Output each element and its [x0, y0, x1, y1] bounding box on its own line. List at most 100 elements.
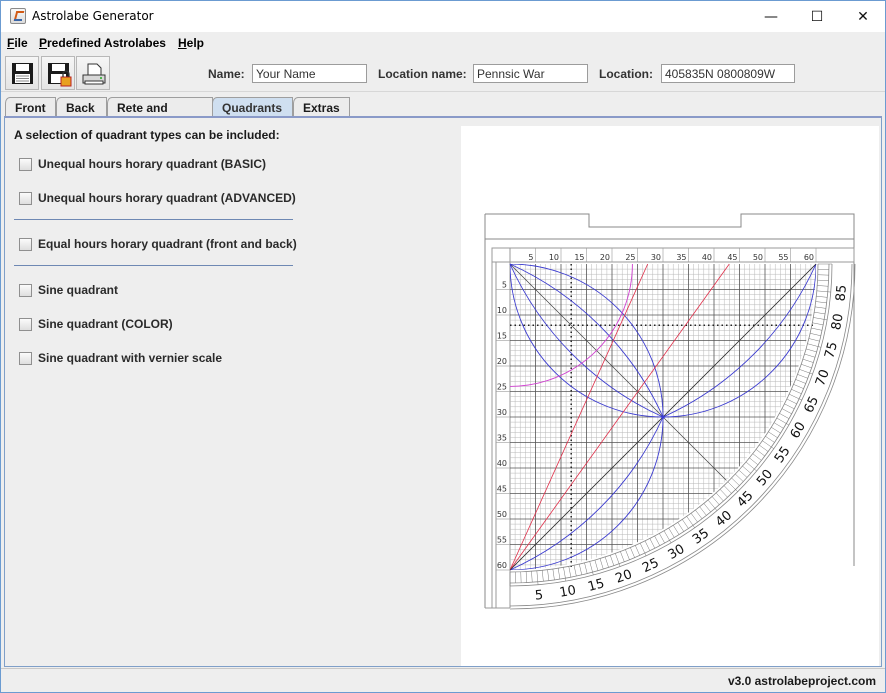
minimize-button[interactable]: — — [748, 1, 794, 32]
degree-tick — [731, 477, 740, 486]
location-name-input[interactable] — [473, 64, 588, 83]
degree-tick — [795, 379, 806, 384]
degree-tick — [815, 301, 827, 304]
degree-tick — [594, 559, 599, 571]
tab-back[interactable]: Back — [56, 97, 107, 117]
option-unequal-basic[interactable]: Unequal hours horary quadrant (BASIC) — [19, 156, 266, 172]
degree-tick — [735, 473, 744, 482]
checkbox[interactable] — [19, 191, 32, 205]
degree-tick — [531, 571, 533, 583]
toolbar: Name: Location name: Location: — [1, 54, 885, 92]
degree-tick — [779, 413, 790, 419]
degree-tick — [742, 465, 751, 474]
arc-scale-label: 15 — [586, 576, 606, 595]
save-as-button[interactable] — [41, 56, 75, 90]
tab-quadrants[interactable]: Quadrants — [212, 97, 293, 117]
degree-tick — [659, 533, 665, 544]
left-scale-label: 30 — [497, 408, 507, 417]
degree-tick — [707, 499, 718, 511]
degree-tick — [625, 549, 630, 560]
floppy-disk-icon — [12, 63, 33, 84]
top-scale-label: 60 — [804, 253, 814, 262]
name-input[interactable] — [252, 64, 367, 83]
top-scale-label: 45 — [727, 253, 737, 262]
checkbox[interactable] — [19, 283, 32, 297]
degree-tick — [793, 384, 804, 389]
top-scale-band — [491, 247, 855, 263]
degree-tick — [797, 374, 808, 379]
left-scale-label: 20 — [497, 357, 507, 366]
status-text: v3.0 astrolabeproject.com — [727, 674, 876, 688]
degree-tick — [814, 311, 826, 315]
option-label: Unequal hours horary quadrant (BASIC) — [38, 157, 267, 171]
quadrant-preview: 5 10 15 20 25 30 35 40 45 50 55 60 65 70 75 80 85 5 10 15 20… — [461, 126, 879, 666]
option-sine[interactable]: Sine quadrant — [19, 282, 118, 298]
arc-scale-label: 80 — [829, 312, 847, 331]
top-scale-label: 20 — [600, 253, 610, 262]
option-equal-hours[interactable]: Equal hours horary quadrant (front and b… — [19, 236, 297, 252]
menu-help[interactable]: Help — [178, 36, 204, 50]
option-unequal-advanced[interactable]: Unequal hours horary quadrant (ADVANCED) — [19, 190, 296, 206]
degree-tick — [805, 348, 817, 353]
option-sine-color[interactable]: Sine quadrant (COLOR) — [19, 316, 173, 332]
save-button[interactable] — [5, 56, 39, 90]
close-button[interactable]: ✕ — [840, 1, 886, 32]
left-scale-label: 55 — [497, 536, 507, 545]
tab-extras[interactable]: Extras — [293, 97, 350, 117]
top-scale-label: 55 — [778, 253, 788, 262]
left-scale-label: 40 — [497, 459, 507, 468]
menu-predefined-astrolabes[interactable]: Predefined Astrolabes — [39, 36, 166, 50]
printer-icon — [82, 63, 106, 85]
tab-front[interactable]: Front — [5, 97, 56, 117]
degree-tick — [677, 522, 684, 532]
center-point — [661, 415, 665, 419]
tab-rete-and-rules[interactable]: Rete and Rules — [107, 97, 213, 129]
separator — [14, 219, 293, 220]
degree-tick — [801, 364, 812, 369]
degree-tick — [604, 556, 609, 568]
degree-tick — [816, 295, 828, 298]
degree-tick — [654, 535, 660, 546]
print-button[interactable] — [76, 56, 110, 90]
location-input[interactable] — [661, 64, 795, 83]
degree-tick — [745, 461, 757, 472]
top-scale-label: 15 — [574, 253, 584, 262]
minimize-icon: — — [764, 8, 778, 25]
checkbox[interactable] — [19, 157, 32, 171]
quadrants-panel: A selection of quadrant types can be inc… — [4, 116, 882, 667]
window-title: Astrolabe Generator — [32, 9, 154, 23]
degree-tick — [711, 496, 720, 505]
checkbox[interactable] — [19, 351, 32, 365]
arc-scale-label: 5 — [534, 588, 544, 604]
degree-tick — [810, 333, 821, 337]
status-bar: v3.0 astrolabeproject.com — [1, 668, 885, 692]
menu-bar: File Predefined Astrolabes Help — [1, 33, 885, 53]
sine-quadrant-drawing: 5 10 15 20253035404550556065707580855 10 15 20… — [484, 213, 856, 610]
separator — [14, 265, 293, 266]
checkbox[interactable] — [19, 237, 32, 251]
title-bar: Astrolabe Generator — ☐ ✕ — [1, 1, 885, 32]
degree-tick — [599, 558, 604, 570]
maximize-button[interactable]: ☐ — [794, 1, 840, 32]
degree-tick — [695, 509, 703, 519]
arc-scale-label: 65 — [802, 394, 823, 415]
left-scale-label: 60 — [497, 561, 507, 570]
option-label: Sine quadrant (COLOR) — [38, 317, 173, 331]
option-sine-vernier[interactable]: Sine quadrant with vernier scale — [19, 350, 222, 366]
option-label: Equal hours horary quadrant (front and b… — [38, 237, 297, 251]
floppy-disk-lock-icon — [48, 63, 72, 87]
toolbar-divider — [1, 91, 885, 92]
degree-tick — [784, 403, 795, 410]
degree-tick — [715, 492, 724, 502]
degree-tick — [541, 570, 544, 582]
menu-predefined-mnemonic: P — [39, 36, 48, 50]
menu-help-label: elp — [186, 36, 205, 50]
top-scale-label: 40 — [702, 253, 712, 262]
menu-file-label: ile — [14, 36, 28, 50]
left-scale-label: 35 — [497, 434, 507, 443]
degree-tick — [668, 527, 675, 538]
checkbox[interactable] — [19, 317, 32, 331]
arc-scale-label: 10 — [558, 583, 577, 601]
left-scale-label: 15 — [497, 332, 507, 341]
menu-file[interactable]: File — [7, 36, 28, 50]
